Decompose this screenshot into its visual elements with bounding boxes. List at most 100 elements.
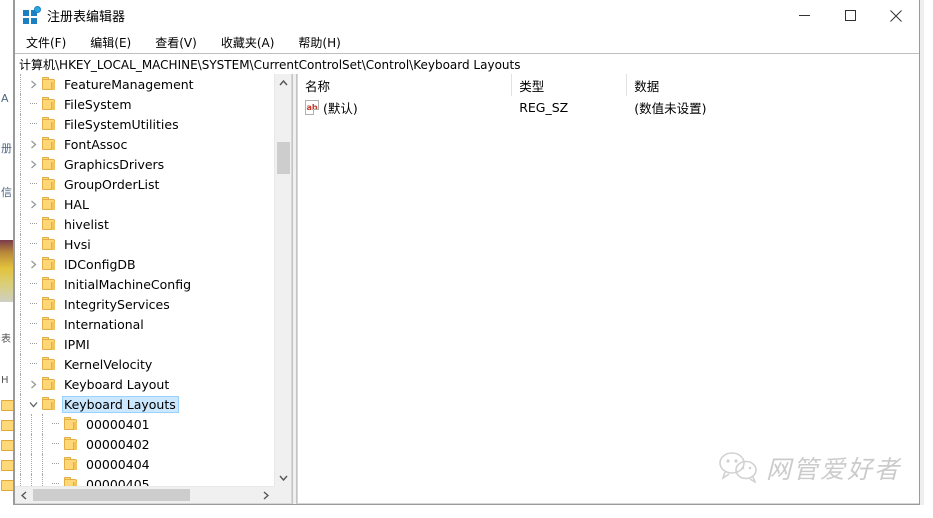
tree-indent (15, 414, 47, 434)
tree-vertical-scrollbar[interactable] (274, 74, 291, 486)
tree-item-label: HAL (64, 196, 89, 212)
menu-file[interactable]: 文件(F) (26, 34, 66, 51)
folder-icon (41, 197, 57, 211)
menu-favorites[interactable]: 收藏夹(A) (221, 34, 275, 51)
tree-item-00000405[interactable]: 00000405 (15, 474, 274, 486)
tree-item-graphicsdrivers[interactable]: GraphicsDrivers (15, 154, 274, 174)
tree-indent (15, 294, 25, 314)
tree-item-label: IPMI (64, 336, 90, 352)
column-header-type[interactable]: 类型 (512, 74, 628, 96)
menu-help[interactable]: 帮助(H) (298, 34, 340, 51)
chevron-down-icon[interactable] (25, 394, 41, 414)
tree-horizontal-scroll-thumb[interactable] (33, 489, 190, 501)
chevron-right-icon[interactable] (25, 194, 41, 214)
tree-item-grouporderlist[interactable]: GroupOrderList (15, 174, 274, 194)
registry-editor-icon (23, 5, 41, 24)
menu-view[interactable]: 查看(V) (155, 34, 197, 51)
tree-item-filesystemutilities[interactable]: FileSystemUtilities (15, 114, 274, 134)
value-type-cell: REG_SZ (519, 99, 569, 115)
folder-icon (41, 257, 57, 271)
folder-icon (41, 157, 57, 171)
folder-icon (41, 237, 57, 251)
tree-item-filesystem[interactable]: FileSystem (15, 94, 274, 114)
tree-vertical-scroll-thumb[interactable] (277, 142, 290, 174)
chevron-right-icon[interactable] (25, 254, 41, 274)
menu-edit[interactable]: 编辑(E) (90, 34, 131, 51)
folder-icon (41, 77, 57, 91)
table-row[interactable]: ab (默认) REG_SZ (数值未设置) (298, 96, 919, 118)
scroll-up-icon[interactable] (275, 74, 291, 91)
scroll-down-icon[interactable] (275, 469, 291, 486)
string-value-icon: ab (305, 99, 319, 115)
tree-item-kernelvelocity[interactable]: KernelVelocity (15, 354, 274, 374)
close-button[interactable] (873, 0, 919, 31)
tree-connector (25, 354, 41, 374)
chevron-right-icon[interactable] (25, 74, 41, 94)
tree-indent (15, 174, 25, 194)
tree-item-idconfigdb[interactable]: IDConfigDB (15, 254, 274, 274)
column-header-data[interactable]: 数据 (627, 74, 919, 96)
tree-item-keyboard-layout[interactable]: Keyboard Layout (15, 374, 274, 394)
folder-icon (41, 337, 57, 351)
tree-connector (47, 434, 63, 454)
tree-indent (15, 114, 25, 134)
chevron-right-icon[interactable] (25, 154, 41, 174)
column-header-name[interactable]: 名称 (298, 74, 513, 96)
folder-icon (63, 437, 79, 451)
tree-indent (15, 154, 25, 174)
tree-item-label: International (64, 316, 144, 332)
tree-indent (15, 274, 25, 294)
maximize-button[interactable] (827, 0, 873, 31)
registry-value-list[interactable]: ab (默认) REG_SZ (数值未设置) (298, 96, 919, 503)
address-bar[interactable]: 计算机\HKEY_LOCAL_MACHINE\SYSTEM\CurrentCon… (15, 53, 919, 75)
folder-icon (63, 477, 79, 486)
tree-item-label: Keyboard Layout (64, 376, 170, 392)
tree-item-keyboard-layouts[interactable]: Keyboard Layouts (15, 394, 274, 414)
folder-icon (41, 177, 57, 191)
folder-icon (41, 117, 57, 131)
scroll-right-icon[interactable] (257, 487, 274, 503)
tree-item-label: IDConfigDB (64, 256, 136, 272)
tree-connector (25, 214, 41, 234)
list-column-headers: 名称 类型 数据 (298, 74, 919, 97)
folder-icon (41, 137, 57, 151)
tree-item-00000402[interactable]: 00000402 (15, 434, 274, 454)
tree-item-label: GroupOrderList (64, 176, 160, 192)
tree-item-label: hivelist (64, 216, 109, 232)
tree-indent (15, 254, 25, 274)
folder-icon (41, 377, 57, 391)
registry-editor-window: 注册表编辑器 文件(F) 编辑(E) 查看(V) 收藏夹(A) 帮助(H) 计算… (14, 0, 920, 505)
tree-indent (15, 214, 25, 234)
tree-connector (25, 334, 41, 354)
folder-icon (63, 457, 79, 471)
folder-icon (41, 277, 57, 291)
tree-indent (15, 394, 25, 414)
tree-item-featuremanagement[interactable]: FeatureManagement (15, 74, 274, 94)
tree-item-integrityservices[interactable]: IntegrityServices (15, 294, 274, 314)
tree-item-label: InitialMachineConfig (64, 276, 192, 292)
tree-item-international[interactable]: International (15, 314, 274, 334)
chevron-right-icon[interactable] (25, 134, 41, 154)
tree-item-00000404[interactable]: 00000404 (15, 454, 274, 474)
folder-icon (41, 297, 57, 311)
minimize-button[interactable] (781, 0, 827, 31)
scroll-left-icon[interactable] (15, 487, 32, 503)
address-path-text: 计算机\HKEY_LOCAL_MACHINE\SYSTEM\CurrentCon… (19, 57, 521, 72)
tree-item-label: 00000401 (86, 416, 150, 432)
tree-horizontal-scrollbar[interactable] (15, 486, 274, 503)
tree-item-00000401[interactable]: 00000401 (15, 414, 274, 434)
tree-item-label: 00000404 (86, 456, 150, 472)
background-glyph-ce: 册 (1, 142, 12, 155)
background-window-strip: A 册 信 表 H (0, 0, 14, 518)
tree-item-hal[interactable]: HAL (15, 194, 274, 214)
tree-item-fontassoc[interactable]: FontAssoc (15, 134, 274, 154)
tree-connector (25, 274, 41, 294)
tree-item-ipmi[interactable]: IPMI (15, 334, 274, 354)
chevron-right-icon[interactable] (25, 374, 41, 394)
tree-item-hvsi[interactable]: Hvsi (15, 234, 274, 254)
tree-item-hivelist[interactable]: hivelist (15, 214, 274, 234)
registry-tree[interactable]: FeatureManagement FileSystem FileSystemUti… (15, 74, 274, 486)
tree-connector (25, 234, 41, 254)
tree-indent (15, 334, 25, 354)
tree-item-initialmachineconfig[interactable]: InitialMachineConfig (15, 274, 274, 294)
